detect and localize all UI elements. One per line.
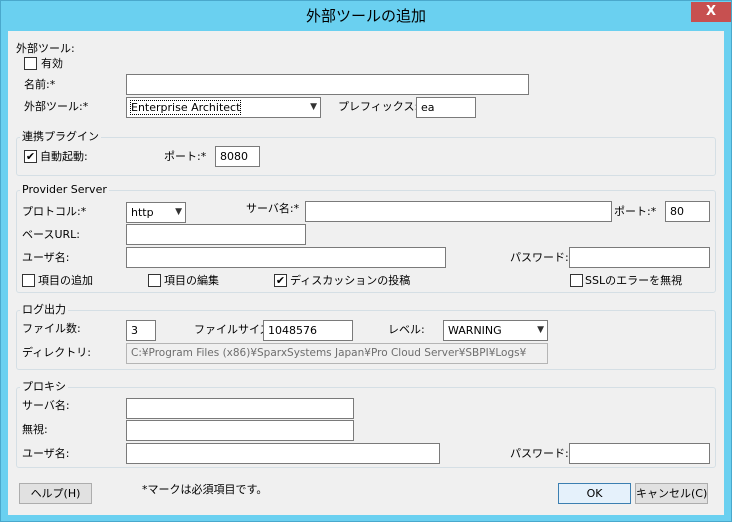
prefix-label: プレフィックス:* [338,100,424,113]
proxy-ignore-input[interactable] [126,420,354,441]
name-input[interactable] [126,74,529,95]
proxy-password-label: パスワード: [510,447,569,460]
provider-server-group-label: Provider Server [20,183,109,197]
log-level-select-value: WARNING [448,324,502,337]
provider-password-label: パスワード: [510,251,569,264]
proxy-user-input[interactable] [126,443,440,464]
autostart-label: 自動起動: [40,150,88,163]
required-note: *マークは必須項目です。 [142,483,268,496]
external-tool-select-value: Enterprise Architect [129,100,242,115]
help-button[interactable]: ヘルプ(H) [19,483,92,504]
edit-items-label: 項目の編集 [164,274,219,287]
chevron-down-icon: ▼ [310,102,317,112]
plugin-group [16,137,716,176]
external-tool-select[interactable]: Enterprise Architect ▼ [126,97,321,118]
log-output-group-label: ログ出力 [20,303,68,317]
enabled-label: 有効 [41,57,63,70]
post-discussion-label: ディスカッションの投稿 [290,274,411,287]
window-title: 外部ツールの追加 [305,7,426,25]
provider-server-name-input[interactable] [305,201,612,222]
chevron-down-icon: ▼ [537,325,544,335]
edit-items-checkbox[interactable] [148,274,161,287]
plugin-port-input[interactable]: 8080 [215,146,260,167]
title-bar[interactable]: 外部ツールの追加 X [1,1,731,31]
cancel-button[interactable]: キャンセル(C) [635,483,708,504]
ignore-ssl-checkbox[interactable] [570,274,583,287]
proxy-server-input[interactable] [126,398,354,419]
base-url-input[interactable] [126,224,306,245]
dialog-window: 外部ツールの追加 X 外部ツール: 有効 名前:* 外部ツール:* Enterp… [0,0,732,522]
protocol-select-value: http [131,206,154,219]
protocol-select[interactable]: http ▼ [126,202,186,223]
close-button[interactable]: X [691,2,731,22]
log-level-select[interactable]: WARNING ▼ [443,320,548,341]
base-url-label: ベースURL: [22,228,80,241]
provider-port-label: ポート:* [614,205,657,218]
chevron-down-icon: ▼ [175,207,182,217]
proxy-ignore-label: 無視: [22,423,48,436]
log-level-label: レベル: [388,323,425,336]
file-count-input[interactable]: 3 [126,320,156,341]
name-label: 名前:* [24,78,56,91]
plugin-port-label: ポート:* [164,150,207,163]
log-directory-input: C:¥Program Files (x86)¥SparxSystems Japa… [126,343,548,364]
prefix-input[interactable]: ea [416,97,476,118]
provider-user-label: ユーザ名: [22,251,70,264]
proxy-password-input[interactable] [569,443,710,464]
external-tool-section-label: 外部ツール: [16,42,75,55]
proxy-group-label: プロキシ [20,380,68,394]
dialog-client: 外部ツール: 有効 名前:* 外部ツール:* Enterprise Archit… [8,31,724,515]
provider-password-input[interactable] [569,247,710,268]
provider-server-name-label: サーバ名:* [246,202,300,215]
ok-button[interactable]: OK [558,483,631,504]
post-discussion-checkbox[interactable]: ✔ [274,274,287,287]
directory-label: ディレクトリ: [22,346,91,359]
provider-port-input[interactable]: 80 [665,201,710,222]
file-size-input[interactable]: 1048576 [263,320,353,341]
protocol-label: プロトコル:* [22,205,87,218]
file-count-label: ファイル数: [22,322,81,335]
add-items-checkbox[interactable] [22,274,35,287]
enabled-checkbox[interactable] [24,57,37,70]
autostart-checkbox[interactable]: ✔ [24,150,37,163]
ignore-ssl-label: SSLのエラーを無視 [585,274,683,287]
plugin-group-label: 連携プラグイン [20,130,101,144]
external-tool-label: 外部ツール:* [24,100,89,113]
proxy-server-label: サーバ名: [22,399,70,412]
add-items-label: 項目の追加 [38,274,93,287]
provider-user-input[interactable] [126,247,446,268]
proxy-user-label: ユーザ名: [22,447,70,460]
